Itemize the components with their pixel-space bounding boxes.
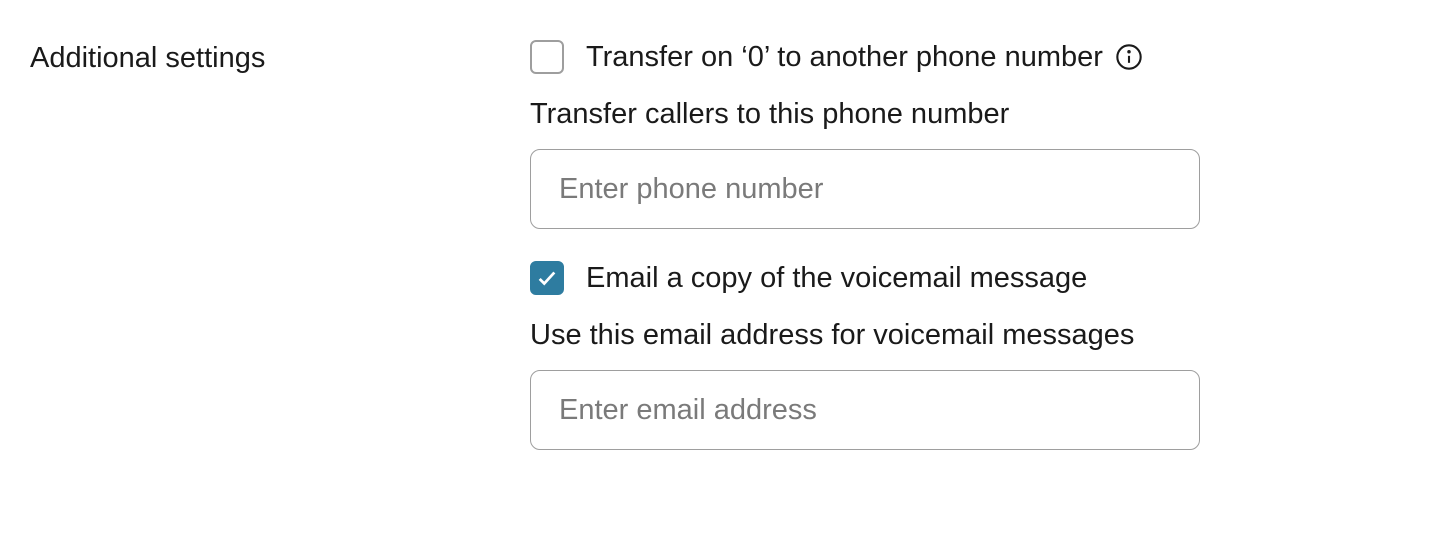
additional-settings-section: Additional settings Transfer on ‘0’ to a… [30,40,1420,482]
transfer-sub-label: Transfer callers to this phone number [530,98,1310,131]
transfer-checkbox-label: Transfer on ‘0’ to another phone number [586,41,1103,74]
email-copy-field-group: Email a copy of the voicemail message Us… [530,261,1310,450]
transfer-phone-input[interactable] [530,149,1200,229]
email-copy-checkbox[interactable] [530,261,564,295]
email-copy-checkbox-label-wrapper: Email a copy of the voicemail message [586,262,1087,295]
fields-column: Transfer on ‘0’ to another phone number … [530,40,1310,482]
email-address-input[interactable] [530,370,1200,450]
info-icon[interactable] [1115,43,1143,71]
email-copy-checkbox-label: Email a copy of the voicemail message [586,262,1087,295]
transfer-field-group: Transfer on ‘0’ to another phone number … [530,40,1310,229]
transfer-checkbox[interactable] [530,40,564,74]
check-icon [536,267,558,289]
transfer-checkbox-label-wrapper: Transfer on ‘0’ to another phone number [586,41,1143,74]
section-label-column: Additional settings [30,40,530,75]
email-copy-checkbox-row: Email a copy of the voicemail message [530,261,1310,295]
section-title: Additional settings [30,42,530,75]
email-copy-sub-label: Use this email address for voicemail mes… [530,319,1310,352]
transfer-checkbox-row: Transfer on ‘0’ to another phone number [530,40,1310,74]
